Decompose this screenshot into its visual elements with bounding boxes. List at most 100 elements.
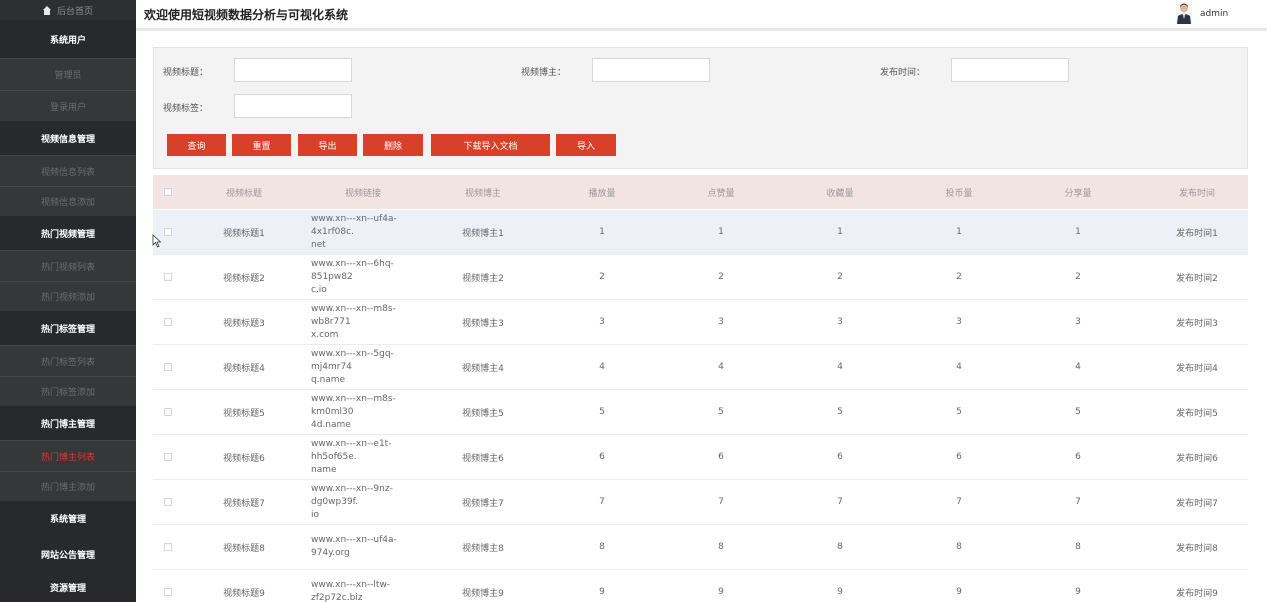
video-link-line2[interactable]: q.name [311, 374, 426, 387]
sidebar-item-5[interactable]: 视频信息添加 [0, 186, 136, 216]
table-row[interactable]: 视频标题6 www.xn---xn--e1t-hh5of65e. name 视频博主6… [153, 435, 1248, 480]
cell-coins: 5 [956, 407, 962, 417]
sidebar-item-13[interactable]: 热门博主列表 [0, 440, 136, 471]
sidebar-category-16[interactable]: 网站公告管理 [0, 536, 136, 572]
cell-title: 视频标题5 [223, 408, 265, 419]
sidebar-item-label: 网站公告管理 [40, 550, 95, 561]
row-checkbox-cell[interactable] [153, 435, 183, 479]
row-checkbox-cell[interactable] [153, 390, 183, 434]
row-checkbox-cell[interactable] [153, 525, 183, 569]
cell-favs: 1 [837, 227, 843, 237]
sidebar-home-link[interactable]: 后台首页 [0, 0, 136, 20]
row-checkbox-cell[interactable] [153, 255, 183, 299]
table-row[interactable]: 视频标题1 www.xn---xn--uf4a-4x1rf08c. net 视频博主1… [153, 210, 1248, 255]
export-button[interactable]: 导出 [298, 134, 357, 156]
video-link-line1[interactable]: www.xn---xn--6hq-851pw82 [311, 258, 426, 284]
sidebar-item-11[interactable]: 热门标签添加 [0, 376, 136, 406]
video-link-line2[interactable]: x.com [311, 329, 426, 342]
sidebar-item-14[interactable]: 热门博主添加 [0, 471, 136, 501]
user-avatar[interactable] [1176, 2, 1192, 24]
sidebar-item-8[interactable]: 热门视频添加 [0, 281, 136, 311]
sidebar-category-17[interactable]: 资源管理 [0, 572, 136, 602]
cell-shares: 8 [1075, 542, 1081, 552]
video-link-line2[interactable]: name [311, 464, 426, 477]
column-header-shares[interactable]: 分享量 [1023, 175, 1133, 209]
video-link-line2[interactable]: 4d.name [311, 419, 426, 432]
cell-likes: 5 [718, 407, 724, 417]
row-checkbox-cell[interactable] [153, 480, 183, 524]
sidebar-item-2[interactable]: 登录用户 [0, 90, 136, 121]
table-row[interactable]: 视频标题4 www.xn---xn--5gq-mj4mr74 q.name 视频博主4… [153, 345, 1248, 390]
column-header-title[interactable]: 视频标题 [189, 175, 299, 209]
column-header-link[interactable]: 视频链接 [308, 175, 418, 209]
row-checkbox[interactable] [164, 408, 172, 416]
row-checkbox-cell[interactable] [153, 300, 183, 344]
row-checkbox[interactable] [164, 228, 172, 236]
title-search-label: 视频标题： [163, 68, 209, 78]
table-row[interactable]: 视频标题8 www.xn---xn--uf4a-974y.org 视频博主8 8 8 8 8… [153, 525, 1248, 570]
video-link-cell: www.xn---xn--uf4a-974y.org [311, 525, 426, 569]
row-checkbox[interactable] [164, 453, 172, 461]
sidebar-item-10[interactable]: 热门标签列表 [0, 345, 136, 376]
time-search-input[interactable] [951, 58, 1069, 82]
cell-title: 视频标题9 [223, 588, 265, 599]
column-header-plays[interactable]: 播放量 [547, 175, 657, 209]
video-link-line1[interactable]: www.xn---xn--ltw-zf2p72c.biz [311, 579, 426, 602]
table-row[interactable]: 视频标题3 www.xn---xn--m8s-wb8r771 x.com 视频博主3 3… [153, 300, 1248, 345]
column-header-coins[interactable]: 投币量 [904, 175, 1014, 209]
row-checkbox-cell[interactable] [153, 345, 183, 389]
row-checkbox[interactable] [164, 498, 172, 506]
row-checkbox[interactable] [164, 543, 172, 551]
query-button[interactable]: 查询 [167, 134, 226, 156]
column-header-time[interactable]: 发布时间 [1142, 175, 1248, 209]
sidebar-item-1[interactable]: 管理员 [0, 58, 136, 90]
blogger-table: 视频标题 视频链接 视频博主 播放量 点赞量 收藏量 投币量 分享量 发布时间 视频标题1 www… [153, 175, 1248, 602]
sidebar-category-6[interactable]: 热门视频管理 [0, 216, 136, 250]
sidebar-category-12[interactable]: 热门博主管理 [0, 406, 136, 440]
column-header-favs[interactable]: 收藏量 [785, 175, 895, 209]
row-checkbox-cell[interactable] [153, 570, 183, 602]
sidebar-category-3[interactable]: 视频信息管理 [0, 121, 136, 155]
column-header-likes[interactable]: 点赞量 [666, 175, 776, 209]
video-link-line1[interactable]: www.xn---xn--5gq-mj4mr74 [311, 348, 426, 374]
download-import-doc-button[interactable]: 下载导入文档 [431, 134, 550, 156]
video-link-line1[interactable]: www.xn---xn--m8s-km0ml30 [311, 393, 426, 419]
video-link-line2[interactable]: net [311, 239, 426, 252]
table-row[interactable]: 视频标题7 www.xn---xn--9nz-dg0wp39f. io 视频博主7 7 7… [153, 480, 1248, 525]
sidebar-category-15[interactable]: 系统管理 [0, 501, 136, 536]
cell-plays: 9 [599, 587, 605, 597]
row-checkbox[interactable] [164, 273, 172, 281]
table-row[interactable]: 视频标题2 www.xn---xn--6hq-851pw82 c.io 视频博主2 2 2… [153, 255, 1248, 300]
video-link-line1[interactable]: www.xn---xn--e1t-hh5of65e. [311, 438, 426, 464]
home-icon [42, 5, 52, 15]
select-all-checkbox-cell[interactable] [153, 175, 183, 209]
table-row[interactable]: 视频标题9 www.xn---xn--ltw-zf2p72c.biz 视频博主9 9 9… [153, 570, 1248, 602]
import-button[interactable]: 导入 [556, 134, 616, 156]
video-link-line2[interactable]: c.io [311, 284, 426, 297]
sidebar-item-7[interactable]: 热门视频列表 [0, 250, 136, 281]
reset-button[interactable]: 重置 [232, 134, 291, 156]
cell-blogger: 视频博主7 [462, 498, 504, 509]
column-header-blogger[interactable]: 视频博主 [428, 175, 538, 209]
row-checkbox[interactable] [164, 318, 172, 326]
username-label[interactable]: admin [1200, 9, 1228, 19]
sidebar-item-label: 系统用户 [49, 35, 86, 46]
delete-button[interactable]: 删除 [363, 134, 423, 156]
video-link-line2[interactable]: io [311, 509, 426, 522]
cell-time: 发布时间8 [1176, 543, 1218, 554]
sidebar-category-9[interactable]: 热门标签管理 [0, 311, 136, 345]
table-row[interactable]: 视频标题5 www.xn---xn--m8s-km0ml30 4d.name 视频博主… [153, 390, 1248, 435]
select-all-checkbox[interactable] [164, 188, 172, 196]
video-link-line1[interactable]: www.xn---xn--uf4a-974y.org [311, 534, 426, 560]
sidebar-category-0[interactable]: 系统用户 [0, 20, 136, 58]
video-link-line1[interactable]: www.xn---xn--9nz-dg0wp39f. [311, 483, 426, 509]
title-search-input[interactable] [234, 58, 352, 82]
tag-search-input[interactable] [234, 94, 352, 118]
sidebar-item-4[interactable]: 视频信息列表 [0, 155, 136, 186]
sidebar-item-label: 热门视频列表 [40, 262, 95, 273]
row-checkbox[interactable] [164, 363, 172, 371]
row-checkbox[interactable] [164, 588, 172, 596]
blogger-search-input[interactable] [592, 58, 710, 82]
video-link-line1[interactable]: www.xn---xn--uf4a-4x1rf08c. [311, 213, 426, 239]
video-link-line1[interactable]: www.xn---xn--m8s-wb8r771 [311, 303, 426, 329]
